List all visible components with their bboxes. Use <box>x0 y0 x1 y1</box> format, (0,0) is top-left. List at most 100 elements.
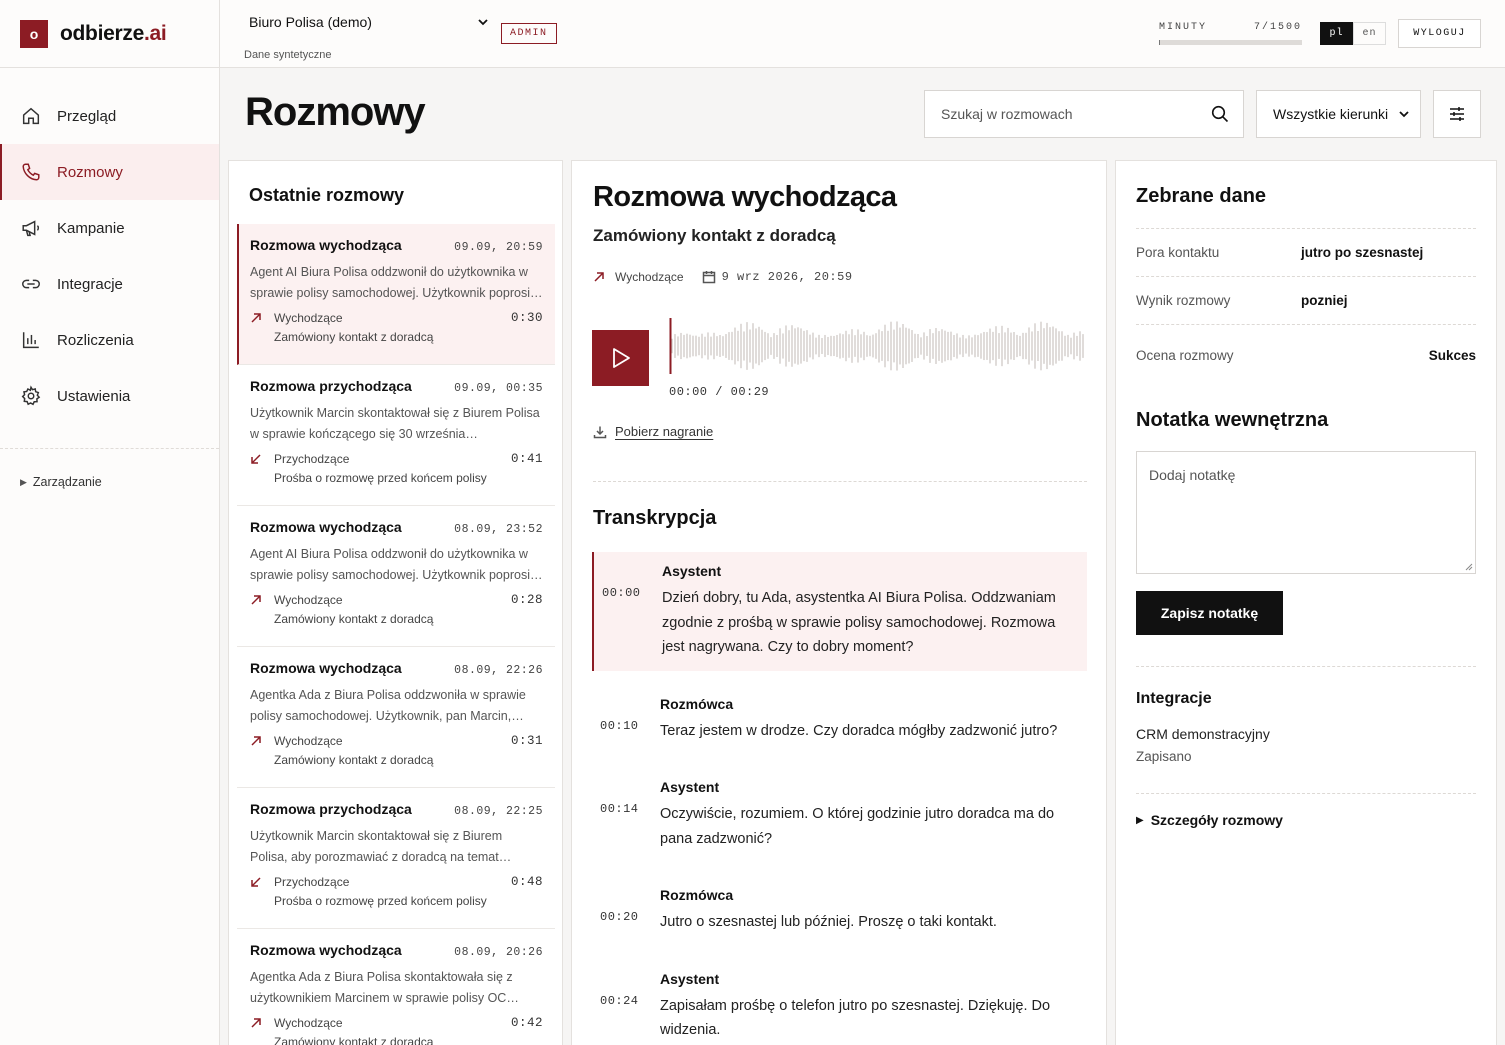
organization-select[interactable]: Biuro Polisa (demo) <box>249 14 489 30</box>
call-list-item[interactable]: Rozmowa wychodząca 08.09, 23:52 Agent AI B… <box>237 506 555 647</box>
call-item-duration: 0:31 <box>510 734 543 748</box>
call-item-direction-label: Wychodzące <box>274 1016 343 1030</box>
sidebar-item-label: Przegląd <box>57 107 117 125</box>
sidebar-item-overview[interactable]: Przegląd <box>0 88 219 144</box>
call-item-title: Rozmowa wychodząca <box>250 519 402 535</box>
calls-list: Rozmowa wychodząca 09.09, 20:59 Agent AI B… <box>237 224 555 1045</box>
incoming-arrow-icon <box>251 454 261 464</box>
sidebar-item-settings[interactable]: Ustawienia <box>0 368 219 424</box>
transcript-title: Transkrypcja <box>593 507 717 529</box>
call-item-direction: Przychodzące <box>250 452 349 466</box>
divider <box>593 481 1087 482</box>
main-nav: Przegląd Rozmowy Kampanie Integracje Roz… <box>0 68 219 424</box>
admin-badge: ADMIN <box>501 23 557 44</box>
organization-subtitle: Dane syntetyczne <box>244 49 332 61</box>
chevron-down-icon <box>1399 111 1409 118</box>
call-item-duration: 0:48 <box>510 875 543 889</box>
calendar-icon <box>702 271 715 284</box>
minutes-value: 7/1500 <box>1253 22 1302 33</box>
search-placeholder: Szukaj w rozmowach <box>941 106 1073 122</box>
transcript: 00:00 Asystent Dzień dobry, tu Ada, asyste… <box>592 552 1087 1045</box>
call-list-item[interactable]: Rozmowa wychodząca 08.09, 22:26 Agentka Ad… <box>237 647 555 788</box>
transcript-segment[interactable]: 00:24 Asystent Zapisałam prośbę o telefon … <box>592 960 1087 1045</box>
brand-logo-mark: o <box>20 19 48 48</box>
audio-waveform[interactable] <box>669 316 1085 376</box>
sidebar: o odbierze.ai Przegląd Rozmowy Kampanie … <box>0 0 220 1045</box>
call-item-direction-label: Przychodzące <box>274 452 350 466</box>
call-item-title: Rozmowa wychodząca <box>250 660 402 676</box>
field-call-result: Wynik rozmowy pozniej <box>1136 276 1476 324</box>
call-detail-panel: Rozmowa wychodząca Zamówiony kontakt z d… <box>571 160 1107 1045</box>
transcript-segment[interactable]: 00:00 Asystent Dzień dobry, tu Ada, asyste… <box>592 552 1087 671</box>
call-list-item[interactable]: Rozmowa wychodząca 09.09, 20:59 Agent AI B… <box>237 224 555 365</box>
call-item-time: 09.09, 20:59 <box>454 241 543 254</box>
segment-time: 00:00 <box>602 586 641 600</box>
sidebar-item-billing[interactable]: Rozliczenia <box>0 312 219 368</box>
segment-time: 00:10 <box>600 718 639 733</box>
transcript-segment[interactable]: 00:14 Asystent Oczywiście, rozumiem. O któ… <box>592 768 1087 862</box>
outgoing-arrow-icon <box>251 595 261 605</box>
segment-time: 00:14 <box>600 802 639 816</box>
integration-status: Zapisano <box>1136 749 1192 764</box>
divider <box>1136 793 1476 794</box>
sidebar-item-integrations[interactable]: Integracje <box>0 256 219 312</box>
call-details-label: Szczegóły rozmowy <box>1150 812 1283 828</box>
download-recording-link[interactable]: Pobierz nagranie <box>593 424 713 439</box>
call-item-summary: Agent AI Biura Polisa oddzwonił do użytk… <box>250 265 533 300</box>
field-value: jutro po szesnastej <box>1301 245 1424 260</box>
call-list-item[interactable]: Rozmowa przychodząca 08.09, 22:25 Użytkown… <box>237 788 555 929</box>
call-list-item[interactable]: Rozmowa wychodząca 08.09, 20:26 Agentka Ad… <box>237 929 555 1045</box>
note-textarea[interactable]: Dodaj notatkę <box>1136 451 1476 574</box>
language-option-en[interactable]: en <box>1353 22 1386 45</box>
search-input[interactable]: Szukaj w rozmowach <box>924 90 1244 138</box>
language-option-pl[interactable]: pl <box>1320 22 1353 45</box>
top-bar: Biuro Polisa (demo) Dane syntetyczne ADM… <box>220 0 1505 68</box>
bar-chart-icon <box>22 332 39 349</box>
call-item-reason: Zamówiony kontakt z doradcą <box>274 612 434 626</box>
call-item-duration: 0:28 <box>510 593 543 607</box>
organization-name: Biuro Polisa (demo) <box>249 14 372 30</box>
sidebar-item-calls[interactable]: Rozmowy <box>0 144 219 200</box>
play-button[interactable] <box>592 330 649 386</box>
segment-text: Oczywiście, rozumiem. O której godzinie … <box>660 806 1055 847</box>
call-item-title: Rozmowa przychodząca <box>250 801 412 817</box>
save-note-button[interactable]: Zapisz notatkę <box>1136 591 1283 635</box>
outgoing-arrow-icon <box>594 272 604 282</box>
recent-calls-panel: Ostatnie rozmowy Rozmowa wychodząca 09.09… <box>228 160 563 1045</box>
call-item-direction-label: Przychodzące <box>274 875 350 889</box>
sidebar-item-campaigns[interactable]: Kampanie <box>0 200 219 256</box>
segment-text: Dzień dobry, tu Ada, asystentka AI Biura… <box>662 590 1056 655</box>
sidebar-item-label: Integracje <box>57 275 123 293</box>
minutes-usage: MINUTY 7/1500 <box>1159 22 1302 45</box>
minutes-progress-bar <box>1159 40 1302 45</box>
call-item-duration: 0:41 <box>510 452 543 466</box>
call-item-direction: Wychodzące <box>250 734 343 748</box>
call-item-title: Rozmowa wychodząca <box>250 942 402 958</box>
collected-data-title: Zebrane dane <box>1136 185 1267 207</box>
direction-filter-select[interactable]: Wszystkie kierunki <box>1256 90 1421 138</box>
page-title: Rozmowy <box>245 90 426 134</box>
transcript-segment[interactable]: 00:20 Rozmówca Jutro o szesnastej lub późn… <box>592 876 1087 946</box>
filters-button[interactable] <box>1433 90 1481 138</box>
management-toggle[interactable]: ▶ Zarządzanie <box>0 449 219 489</box>
logout-button[interactable]: WYLOGUJ <box>1398 19 1481 48</box>
call-item-summary: Agent AI Biura Polisa oddzwonił do użytk… <box>250 547 533 582</box>
call-meta: Wychodzące 9 wrz 2026, 20:59 <box>593 270 853 284</box>
transcript-segment[interactable]: 00:10 Rozmówca Teraz jestem w drodze. Czy … <box>592 685 1087 755</box>
integration-name: CRM demonstracyjny <box>1136 726 1270 742</box>
call-list-item[interactable]: Rozmowa przychodząca 09.09, 00:35 Użytkown… <box>237 365 555 506</box>
call-item-direction: Wychodzące <box>250 1016 343 1030</box>
call-item-time: 08.09, 23:52 <box>454 523 543 536</box>
call-details-toggle[interactable]: ▶ Szczegóły rozmowy <box>1136 812 1283 828</box>
segment-speaker: Rozmówca <box>660 695 734 712</box>
segment-speaker: Rozmówca <box>660 887 734 903</box>
resize-grip-icon[interactable] <box>1465 563 1473 571</box>
call-title: Rozmowa wychodząca <box>593 181 897 213</box>
brand[interactable]: o odbierze.ai <box>0 0 219 68</box>
outgoing-arrow-icon <box>251 736 261 746</box>
call-item-time: 09.09, 00:35 <box>454 382 543 395</box>
outgoing-arrow-icon <box>251 313 261 323</box>
segment-time: 00:20 <box>600 910 639 924</box>
call-item-reason: Prośba o rozmowę przed końcem polisy <box>274 894 487 908</box>
sidebar-item-label: Ustawienia <box>57 387 131 405</box>
